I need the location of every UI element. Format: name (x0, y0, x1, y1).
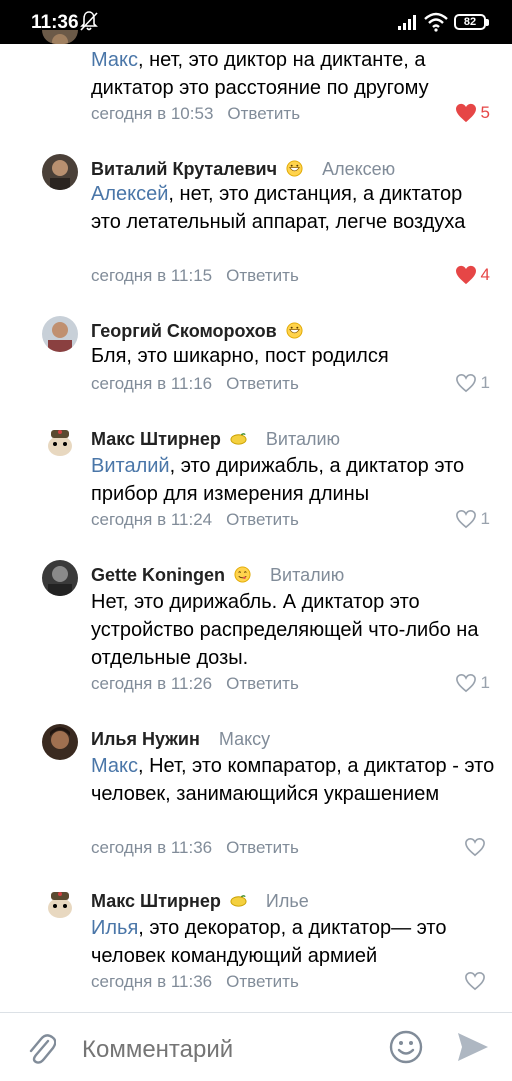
battery-indicator: 82 (454, 14, 489, 30)
mention-link[interactable]: Виталий (91, 455, 170, 477)
reply-button[interactable]: Ответить (226, 266, 299, 285)
mention-link[interactable]: Алексей (91, 183, 168, 205)
like-button[interactable]: 1 (455, 672, 490, 694)
comment-time: сегодня в 11:15 (91, 266, 213, 285)
bell-off-icon (80, 11, 98, 31)
author-name[interactable]: Gette Koningen (91, 565, 225, 585)
comment-item: Макс Штирнер Виталию Виталий, это дирижа… (0, 424, 512, 534)
comment-meta: сегодня в 11:36 Ответить (91, 972, 299, 992)
avatar[interactable] (42, 724, 78, 760)
heart-outline-icon (455, 373, 476, 393)
reply-button[interactable]: Ответить (226, 374, 299, 393)
grinning-face-emoji (286, 322, 303, 339)
comment-text: Нет, это дирижабль. А диктатор это устро… (91, 591, 479, 669)
comment-header: Виталий Круталевич Алексею (91, 158, 395, 180)
paperclip-icon[interactable] (26, 1031, 56, 1065)
comment-header: Георгий Скоморохов (91, 320, 303, 342)
yum-face-emoji (234, 566, 251, 583)
reply-button[interactable]: Ответить (226, 510, 299, 529)
like-button[interactable] (464, 970, 490, 992)
reply-to[interactable]: Илье (266, 891, 309, 911)
comment-time: сегодня в 11:16 (91, 374, 213, 393)
comment-text: Виталий, это дирижабль, а диктатор это п… (91, 455, 465, 505)
comment-text: Макс, нет, это диктор на диктанте, а дик… (91, 49, 429, 99)
comment-header: Gette Koningen Виталию (91, 564, 344, 586)
mention-link[interactable]: Макс (91, 49, 138, 71)
heart-outline-icon (455, 673, 476, 693)
like-button[interactable]: 1 (455, 508, 490, 530)
reply-to[interactable]: Виталию (266, 429, 340, 449)
author-name[interactable]: Илья Нужин (91, 729, 200, 749)
comment-header: Макс Штирнер Виталию (91, 428, 340, 450)
wifi-icon (424, 12, 448, 32)
avatar[interactable] (42, 424, 78, 460)
like-button[interactable]: 1 (455, 372, 490, 394)
signal-icon (398, 15, 416, 30)
author-name[interactable]: Виталий Круталевич (91, 159, 277, 179)
like-count: 1 (480, 373, 490, 392)
like-button[interactable] (464, 836, 490, 858)
like-count: 4 (480, 265, 490, 284)
comment-meta: сегодня в 11:26 Ответить (91, 674, 299, 694)
avatar[interactable] (42, 886, 78, 922)
smile-icon[interactable] (388, 1029, 424, 1065)
comment-time: сегодня в 11:24 (91, 510, 213, 529)
reply-button[interactable]: Ответить (226, 838, 299, 857)
reply-to[interactable]: Алексею (322, 159, 395, 179)
avatar[interactable] (42, 30, 78, 44)
comment-text: Алексей, нет, это дистанция, а диктатор … (91, 183, 466, 233)
comment-meta: сегодня в 11:16 Ответить (91, 374, 299, 394)
reply-to[interactable]: Максу (219, 729, 270, 749)
heart-outline-icon (455, 509, 476, 529)
comment-meta: сегодня в 11:36 Ответить (91, 838, 299, 858)
mention-link[interactable]: Илья (91, 917, 138, 939)
comment-item: Gette Koningen Виталию Нет, это дирижабл… (0, 560, 512, 700)
comment-composer (0, 1012, 512, 1081)
comment-text: Илья, это декоратор, а диктатор— это чел… (91, 917, 447, 967)
author-name[interactable]: Макс Штирнер (91, 891, 221, 911)
comment-item: Илья Нужин Максу Макс, Нет, это компарат… (0, 724, 512, 864)
reply-to[interactable]: Виталию (270, 565, 344, 585)
comment-text: Макс, Нет, это компаратор, а диктатор - … (91, 755, 495, 805)
heart-filled-icon (455, 265, 476, 285)
comment-time: сегодня в 11:36 (91, 972, 213, 991)
comment-meta: сегодня в 10:53 Ответить (91, 104, 300, 124)
like-button[interactable]: 4 (455, 264, 490, 286)
avatar[interactable] (42, 560, 78, 596)
comment-meta: сегодня в 11:15 Ответить (91, 266, 299, 286)
comment-input[interactable] (80, 1035, 374, 1065)
grinning-face-emoji (286, 160, 303, 177)
comment-time: сегодня в 10:53 (91, 104, 214, 123)
comment-header: Макс Штирнер Илье (91, 890, 309, 912)
comment-item: Макс Штирнер Илье Илья, это декоратор, а… (0, 886, 512, 996)
like-count: 1 (480, 509, 490, 528)
comment-item: Макс, нет, это диктор на диктанте, а дик… (0, 30, 512, 130)
reply-button[interactable]: Ответить (226, 674, 299, 693)
mention-link[interactable]: Макс (91, 755, 138, 777)
like-count: 5 (480, 103, 490, 122)
author-name[interactable]: Макс Штирнер (91, 429, 221, 449)
avatar[interactable] (42, 316, 78, 352)
lemon-emoji (230, 895, 247, 907)
reply-button[interactable]: Ответить (227, 104, 300, 123)
comment-text: Бля, это шикарно, пост родился (91, 345, 389, 367)
avatar[interactable] (42, 154, 78, 190)
comment-time: сегодня в 11:26 (91, 674, 213, 693)
comment-time: сегодня в 11:36 (91, 838, 213, 857)
comment-meta: сегодня в 11:24 Ответить (91, 510, 299, 530)
send-icon[interactable] (456, 1031, 490, 1063)
lemon-emoji (230, 433, 247, 445)
heart-filled-icon (455, 103, 476, 123)
comment-item: Георгий Скоморохов Бля, это шикарно, пос… (0, 316, 512, 396)
reply-button[interactable]: Ответить (226, 972, 299, 991)
comment-header: Илья Нужин Максу (91, 728, 270, 750)
like-count: 1 (480, 673, 490, 692)
comment-item: Виталий Круталевич Алексею Алексей, нет,… (0, 154, 512, 294)
heart-outline-icon (465, 971, 485, 991)
author-name[interactable]: Георгий Скоморохов (91, 321, 277, 341)
like-button[interactable]: 5 (455, 102, 490, 124)
heart-outline-icon (465, 837, 485, 857)
